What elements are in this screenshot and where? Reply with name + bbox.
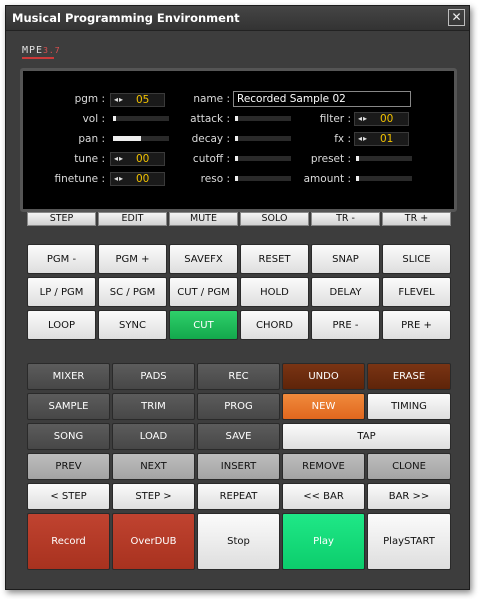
fx-value: 01 [380,133,394,145]
attack-fill [235,116,238,121]
app-window: Musical Programming Environment ✕ MPE3.7… [5,5,470,590]
insert-button[interactable]: INSERT [197,453,280,480]
erase-button[interactable]: ERASE [367,363,451,390]
pgm-plus-button[interactable]: PGM + [98,244,167,274]
close-icon[interactable]: ✕ [448,9,465,26]
filter-spinner[interactable]: ◂▸ 00 [354,112,409,126]
reso-fill [235,176,238,181]
savefx-button[interactable]: SAVEFX [169,244,238,274]
song-button[interactable]: SONG [27,423,110,450]
logo-text: MPE [22,45,44,56]
cut-pgm-button[interactable]: CUT / PGM [169,277,238,307]
delay-button[interactable]: DELAY [311,277,380,307]
chord-button[interactable]: CHORD [240,310,309,340]
trim-button[interactable]: TRIM [112,393,195,420]
next-button[interactable]: NEXT [112,453,195,480]
tab-tr-minus[interactable]: TR - [311,212,380,226]
pan-label: pan : [78,133,105,145]
pan-fill [113,136,141,141]
prog-button[interactable]: PROG [197,393,280,420]
pgm-label: pgm : [74,93,105,105]
amount-fill [356,176,359,181]
preset-fill [356,156,359,161]
amount-slider[interactable] [356,176,412,181]
spinner-arrows-icon[interactable]: ◂▸ [114,174,124,183]
rec-button[interactable]: REC [197,363,280,390]
filter-label: filter : [319,113,351,125]
pgm-minus-button[interactable]: PGM - [27,244,96,274]
fx-spinner[interactable]: ◂▸ 01 [354,132,409,146]
sample-name-field[interactable]: Recorded Sample 02 [233,91,411,107]
title-bar: Musical Programming Environment ✕ [6,6,469,31]
vol-fill [113,116,116,121]
timing-button[interactable]: TIMING [367,393,451,420]
snap-button[interactable]: SNAP [311,244,380,274]
decay-fill [235,136,238,141]
mixer-button[interactable]: MIXER [27,363,110,390]
stop-button[interactable]: Stop [197,513,280,570]
pre-minus-button[interactable]: PRE - [311,310,380,340]
pgm-value: 05 [136,94,150,106]
spinner-arrows-icon[interactable]: ◂▸ [358,114,368,123]
flevel-button[interactable]: FLEVEL [382,277,451,307]
preset-label: preset : [310,153,351,165]
preset-slider[interactable] [356,156,412,161]
bar-back-button[interactable]: << BAR [282,483,365,510]
fx-label: fx : [334,133,351,145]
spinner-arrows-icon[interactable]: ◂▸ [114,95,124,104]
undo-button[interactable]: UNDO [282,363,365,390]
program-display: pgm : ◂▸ 05 vol : pan : tune : ◂▸ 00 fin… [20,68,457,212]
tune-label: tune : [74,153,105,165]
pre-plus-button[interactable]: PRE + [382,310,451,340]
overdub-button[interactable]: OverDUB [112,513,195,570]
lp-pgm-button[interactable]: LP / PGM [27,277,96,307]
vol-label: vol : [82,113,105,125]
tab-tr-plus[interactable]: TR + [382,212,451,226]
slice-button[interactable]: SLICE [382,244,451,274]
tap-button[interactable]: TAP [282,423,451,450]
logo-underline [22,57,54,59]
sample-button[interactable]: SAMPLE [27,393,110,420]
finetune-label: finetune : [54,173,106,185]
cutoff-label: cutoff : [192,153,230,165]
remove-button[interactable]: REMOVE [282,453,365,480]
reso-label: reso : [200,173,230,185]
hold-button[interactable]: HOLD [240,277,309,307]
sync-button[interactable]: SYNC [98,310,167,340]
new-button[interactable]: NEW [282,393,365,420]
cut-button[interactable]: CUT [169,310,238,340]
pads-button[interactable]: PADS [112,363,195,390]
play-button[interactable]: Play [282,513,365,570]
load-button[interactable]: LOAD [112,423,195,450]
prev-button[interactable]: PREV [27,453,110,480]
amount-label: amount : [303,173,351,185]
repeat-button[interactable]: REPEAT [197,483,280,510]
bar-forward-button[interactable]: BAR >> [367,483,451,510]
tune-value: 00 [136,153,150,165]
playstart-button[interactable]: PlaySTART [367,513,451,570]
decay-label: decay : [191,133,230,145]
save-button[interactable]: SAVE [197,423,280,450]
spinner-arrows-icon[interactable]: ◂▸ [114,154,124,163]
cutoff-fill [235,156,238,161]
finetune-value: 00 [136,173,150,185]
sc-pgm-button[interactable]: SC / PGM [98,277,167,307]
name-label: name : [193,93,230,105]
logo-version: 3.7 [43,46,61,55]
reset-button[interactable]: RESET [240,244,309,274]
tab-edit[interactable]: EDIT [98,212,167,226]
record-button[interactable]: Record [27,513,110,570]
tab-solo[interactable]: SOLO [240,212,309,226]
window-title: Musical Programming Environment [12,11,240,25]
step-back-button[interactable]: < STEP [27,483,110,510]
loop-button[interactable]: LOOP [27,310,96,340]
tab-step[interactable]: STEP [27,212,96,226]
tab-mute[interactable]: MUTE [169,212,238,226]
attack-label: attack : [190,113,230,125]
step-forward-button[interactable]: STEP > [112,483,195,510]
spinner-arrows-icon[interactable]: ◂▸ [358,134,368,143]
mpe-logo: MPE3.7 [22,45,61,59]
clone-button[interactable]: CLONE [367,453,451,480]
filter-value: 00 [380,113,394,125]
